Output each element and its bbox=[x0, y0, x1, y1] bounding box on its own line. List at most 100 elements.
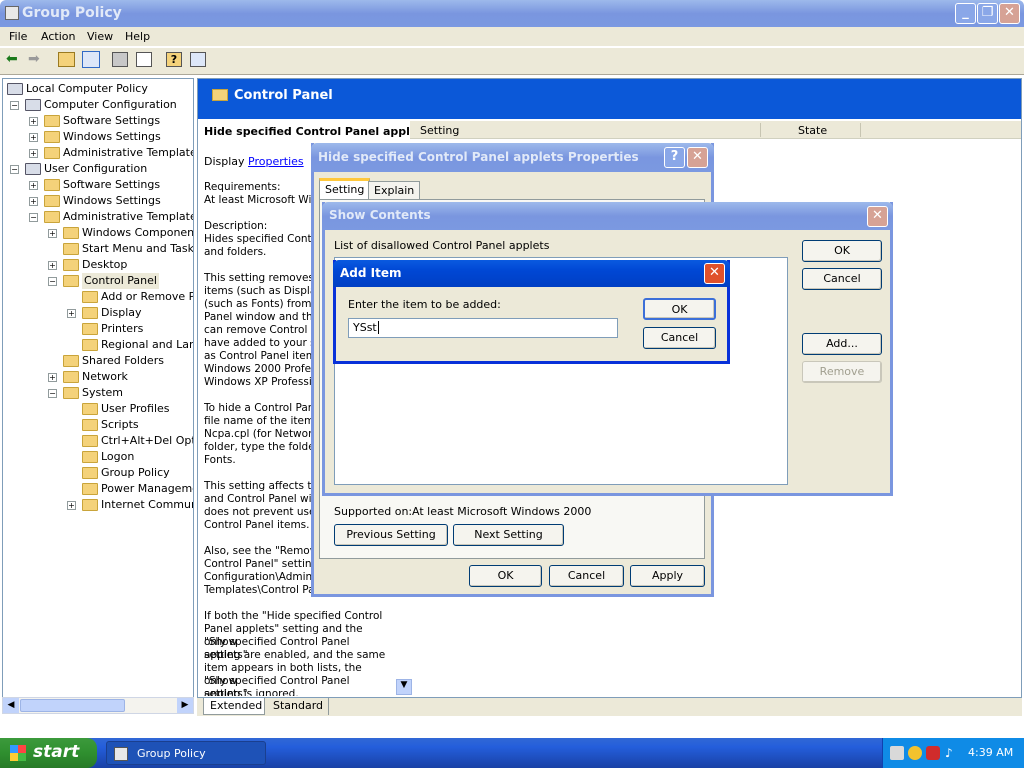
taskbar-item-group-policy[interactable]: Group Policy bbox=[106, 741, 266, 765]
tree-item[interactable]: Printers bbox=[101, 321, 143, 337]
scroll-thumb[interactable] bbox=[20, 699, 125, 712]
add-item-close-button[interactable]: ✕ bbox=[704, 263, 725, 284]
tree-item[interactable]: Start Menu and Taskba bbox=[82, 241, 193, 257]
tray-network-icon[interactable] bbox=[890, 746, 904, 760]
properties-close-button[interactable]: ✕ bbox=[687, 147, 708, 168]
tree-item[interactable]: Scripts bbox=[101, 417, 139, 433]
menu-view[interactable]: View bbox=[87, 30, 113, 43]
list-header: Setting State bbox=[410, 121, 1021, 139]
tree-item[interactable]: Group Policy bbox=[101, 465, 170, 481]
tab-standard[interactable]: Standard bbox=[267, 698, 329, 715]
expand-toggle-icon[interactable]: − bbox=[10, 165, 19, 174]
add-item-dialog: Add Item ✕ Enter the item to be added: Y… bbox=[333, 260, 730, 364]
start-label: start bbox=[33, 742, 80, 762]
properties-cancel-button[interactable]: Cancel bbox=[549, 565, 624, 587]
tree-item[interactable]: Software Settings bbox=[63, 113, 160, 129]
tree-hscrollbar[interactable]: ◀ ▶ bbox=[2, 697, 194, 714]
expand-toggle-icon[interactable]: + bbox=[67, 309, 76, 318]
tree-item[interactable]: Ctrl+Alt+Del Optio bbox=[101, 433, 193, 449]
tree-item[interactable]: Administrative Templates bbox=[63, 209, 193, 225]
tree-item[interactable]: Add or Remove Pro bbox=[101, 289, 193, 305]
tree-item[interactable]: Windows Settings bbox=[63, 193, 161, 209]
tree-item[interactable]: Shared Folders bbox=[82, 353, 164, 369]
expand-toggle-icon[interactable]: − bbox=[48, 389, 57, 398]
expand-toggle-icon[interactable]: − bbox=[10, 101, 19, 110]
folder-icon bbox=[63, 387, 79, 399]
properties-apply-button[interactable]: Apply bbox=[630, 565, 705, 587]
scroll-right-icon[interactable]: ▶ bbox=[177, 698, 193, 713]
tree-item[interactable]: Windows Settings bbox=[63, 129, 161, 145]
tree-item[interactable]: User Profiles bbox=[101, 401, 170, 417]
help-icon[interactable]: ? bbox=[166, 52, 182, 67]
tree-item[interactable]: Regional and Langu bbox=[101, 337, 193, 353]
tree-item[interactable]: System bbox=[82, 385, 123, 401]
tree-item[interactable]: Control Panel bbox=[82, 273, 159, 289]
tree-item[interactable]: Logon bbox=[101, 449, 134, 465]
tree-item[interactable]: Administrative Templates bbox=[63, 145, 193, 161]
menu-action[interactable]: Action bbox=[41, 30, 75, 43]
expand-toggle-icon[interactable]: + bbox=[29, 117, 38, 126]
tree-item[interactable]: Computer Configuration bbox=[44, 97, 177, 113]
menu-help[interactable]: Help bbox=[125, 30, 150, 43]
add-item-cancel-button[interactable]: Cancel bbox=[643, 327, 716, 349]
expand-toggle-icon[interactable]: + bbox=[29, 149, 38, 158]
tray-shield-icon[interactable] bbox=[926, 746, 940, 760]
scroll-left-icon[interactable]: ◀ bbox=[3, 698, 19, 713]
add-item-input[interactable]: YSst bbox=[348, 318, 618, 338]
previous-setting-button[interactable]: Previous Setting bbox=[334, 524, 448, 546]
up-folder-icon[interactable] bbox=[58, 52, 75, 67]
folder-icon bbox=[82, 483, 98, 495]
properties-link[interactable]: Properties bbox=[248, 155, 304, 168]
tab-extended[interactable]: Extended bbox=[203, 698, 265, 715]
properties-ok-button[interactable]: OK bbox=[469, 565, 542, 587]
start-button[interactable]: start bbox=[0, 738, 97, 768]
expand-toggle-icon[interactable]: − bbox=[29, 213, 38, 222]
tray-security-icon[interactable] bbox=[908, 746, 922, 760]
expand-toggle-icon[interactable]: + bbox=[48, 261, 57, 270]
tab-setting[interactable]: Setting bbox=[319, 178, 371, 199]
properties-help-button[interactable]: ? bbox=[664, 147, 685, 168]
show-hide-tree-icon[interactable] bbox=[82, 51, 100, 68]
tree-item[interactable]: Software Settings bbox=[63, 177, 160, 193]
column-state[interactable]: State bbox=[798, 124, 827, 137]
expand-toggle-icon[interactable]: + bbox=[29, 197, 38, 206]
tree-item[interactable]: User Configuration bbox=[44, 161, 147, 177]
add-button[interactable]: Add... bbox=[802, 333, 882, 355]
folder-icon bbox=[44, 147, 60, 159]
tab-explain[interactable]: Explain bbox=[368, 181, 421, 200]
tree-item[interactable]: Windows Components bbox=[82, 225, 193, 241]
expand-toggle-icon[interactable]: + bbox=[29, 133, 38, 142]
restore-button[interactable]: ❐ bbox=[977, 3, 998, 24]
expand-toggle-icon[interactable]: + bbox=[48, 229, 57, 238]
show-contents-close-button[interactable]: ✕ bbox=[867, 206, 888, 227]
minimize-button[interactable]: _ bbox=[955, 3, 976, 24]
export-list-icon[interactable] bbox=[136, 52, 152, 67]
tree-item[interactable]: Network bbox=[82, 369, 128, 385]
show-cancel-button[interactable]: Cancel bbox=[802, 268, 882, 290]
show-ok-button[interactable]: OK bbox=[802, 240, 882, 262]
expand-toggle-icon[interactable]: − bbox=[48, 277, 57, 286]
folder-icon bbox=[82, 419, 98, 431]
tray-volume-icon[interactable]: ♪ bbox=[945, 746, 953, 760]
close-button[interactable]: ✕ bbox=[999, 3, 1020, 24]
tree-item[interactable]: Local Computer Policy bbox=[26, 81, 148, 97]
add-item-ok-button[interactable]: OK bbox=[643, 298, 716, 320]
tree-item[interactable]: Power Managemen bbox=[101, 481, 193, 497]
expand-toggle-icon[interactable]: + bbox=[48, 373, 57, 382]
back-icon[interactable]: ⬅ bbox=[6, 51, 18, 67]
tree-item[interactable]: Display bbox=[101, 305, 142, 321]
menu-file[interactable]: File bbox=[9, 30, 27, 43]
expand-toggle-icon[interactable]: + bbox=[67, 501, 76, 510]
expand-toggle-icon[interactable]: + bbox=[29, 181, 38, 190]
view-icon[interactable] bbox=[190, 52, 206, 67]
column-setting[interactable]: Setting bbox=[420, 124, 459, 137]
tree-item[interactable]: Internet Communic bbox=[101, 497, 193, 513]
tree-pane[interactable]: Local Computer Policy − Computer Configura… bbox=[2, 78, 194, 698]
forward-icon[interactable]: ➡ bbox=[28, 51, 40, 67]
next-setting-button[interactable]: Next Setting bbox=[453, 524, 564, 546]
folder-icon bbox=[44, 131, 60, 143]
properties-icon[interactable] bbox=[112, 52, 128, 67]
tree-item[interactable]: Desktop bbox=[82, 257, 127, 273]
description-line: item appears in both lists, the "Show bbox=[204, 662, 362, 687]
desc-scroll-down[interactable]: ▼ bbox=[396, 679, 412, 695]
